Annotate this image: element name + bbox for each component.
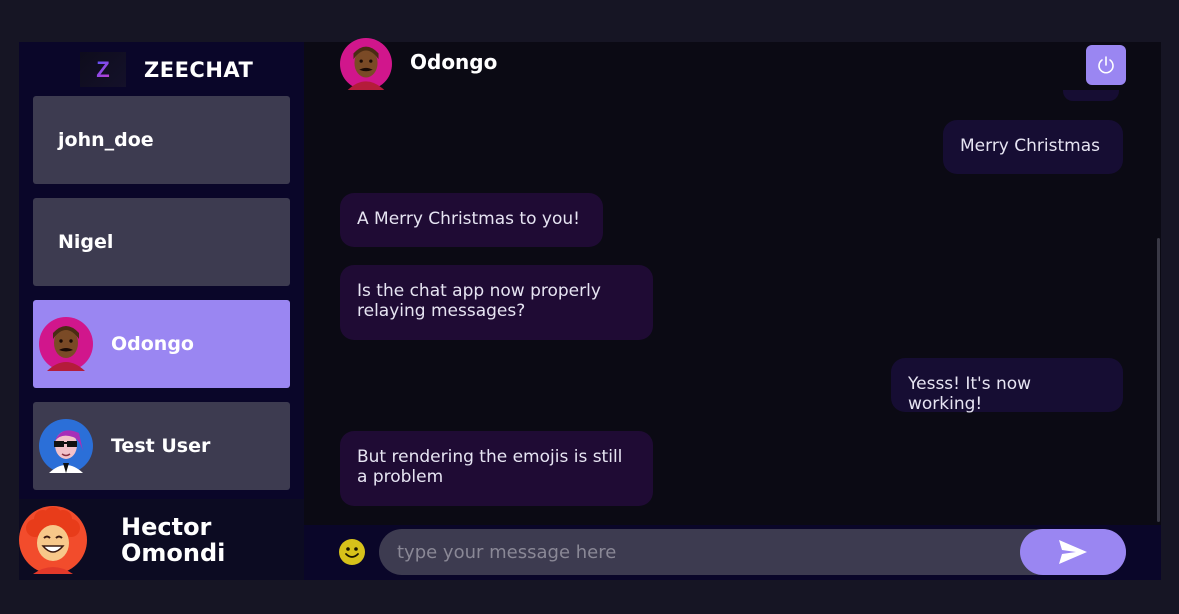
curly-hair-avatar-icon — [19, 505, 87, 574]
send-button[interactable] — [1020, 529, 1126, 575]
message-text: Yesss! It's now working! — [908, 374, 1032, 414]
message-outgoing: Merry Christmas — [943, 120, 1123, 174]
brand: Z ZEECHAT — [80, 52, 253, 87]
current-user-panel: Hector Omondi — [19, 499, 304, 580]
message-incoming: But rendering the emojis is still a prob… — [340, 431, 653, 506]
contact-name: Nigel — [58, 231, 114, 253]
message-incoming: A Merry Christmas to you! — [340, 193, 603, 247]
logout-button[interactable] — [1086, 45, 1126, 85]
brand-name: ZEECHAT — [144, 57, 254, 82]
sidebar: Z ZEECHAT john_doe Nigel Odongo Test Use… — [19, 42, 304, 580]
message-text: Merry Christmas — [960, 136, 1100, 156]
message-text: Is the chat app now properly relaying me… — [357, 281, 601, 321]
chat-header: Odongo — [304, 38, 1161, 90]
message-outgoing: Yesss! It's now working! — [891, 358, 1123, 414]
contact-item[interactable]: Nigel — [33, 198, 290, 286]
message-text: But rendering the emojis is still a prob… — [357, 447, 623, 487]
message-scrollbar[interactable] — [1157, 238, 1160, 522]
smiley-icon[interactable] — [338, 538, 366, 566]
message-incoming: Is the chat app now properly relaying me… — [340, 265, 653, 340]
contact-list: john_doe Nigel Odongo Test User — [33, 96, 290, 496]
sunglasses-avatar-icon — [39, 419, 93, 473]
current-user-name: Hector Omondi — [121, 512, 226, 567]
message-input[interactable] — [379, 529, 1126, 575]
brand-logo: Z — [80, 52, 126, 87]
contact-name: Test User — [111, 435, 211, 457]
message-text: A Merry Christmas to you! — [357, 209, 580, 229]
chat-recipient-name: Odongo — [410, 50, 498, 74]
contact-item-selected[interactable]: Odongo — [33, 300, 290, 388]
man-avatar-icon — [39, 317, 93, 371]
contact-name: john_doe — [58, 129, 154, 151]
power-icon — [1098, 56, 1114, 74]
contact-item[interactable]: Test User — [33, 402, 290, 490]
contact-item[interactable]: john_doe — [33, 96, 290, 184]
contact-name: Odongo — [111, 333, 194, 355]
previous-message-bubble — [1063, 90, 1119, 101]
send-icon — [1059, 540, 1087, 564]
man-avatar-icon — [340, 38, 392, 90]
